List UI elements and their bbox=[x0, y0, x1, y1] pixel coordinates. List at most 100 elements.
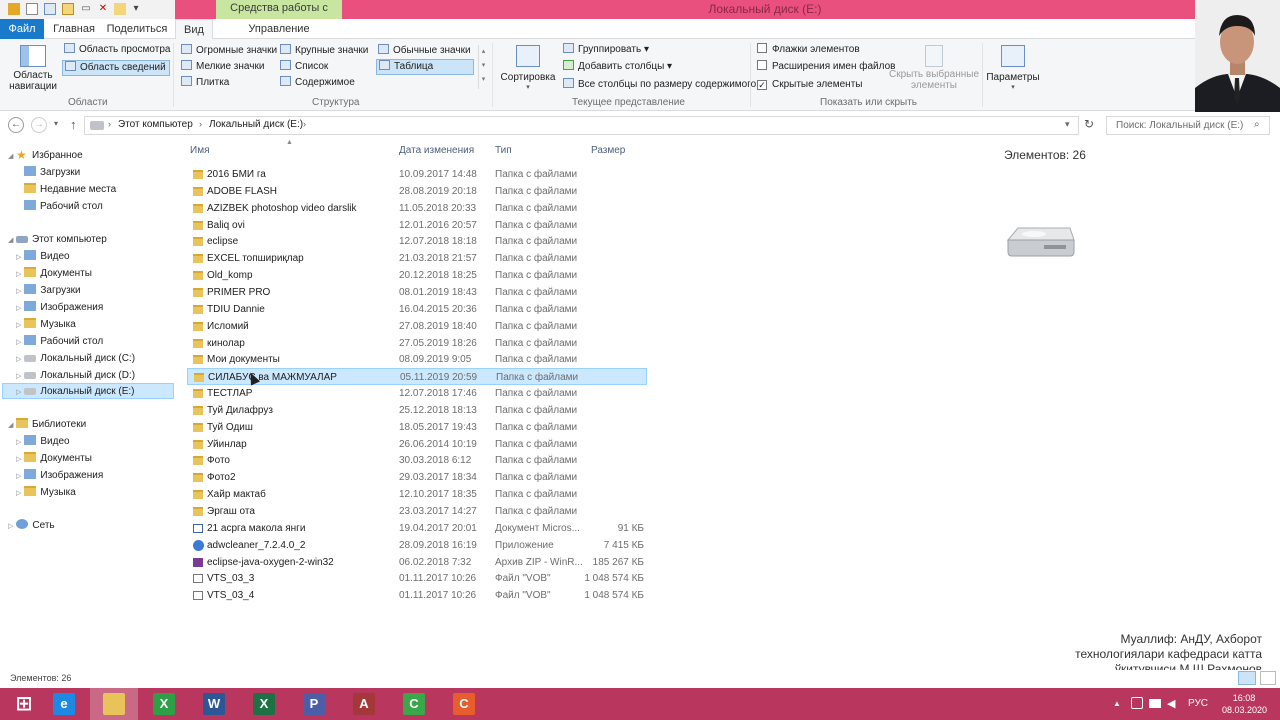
options-button[interactable]: Параметры ▾ bbox=[986, 43, 1040, 91]
tree-item-desktop[interactable]: Рабочий стол bbox=[24, 199, 103, 215]
folder-row[interactable]: Хайр мактаб 12.10.2017 18:35 Папка с файла… bbox=[187, 486, 647, 503]
tab-manage[interactable]: Управление bbox=[236, 19, 322, 39]
column-header-name[interactable]: Имя bbox=[190, 145, 209, 156]
refresh-icon[interactable]: ↻ bbox=[1084, 117, 1094, 131]
folder-icon[interactable] bbox=[62, 3, 74, 15]
tree-item-drive-e[interactable]: ▷ Локальный диск (E:) bbox=[16, 384, 134, 400]
folder-row[interactable]: 2016 БМИ га 10.09.2017 14:48 Папка с файла… bbox=[187, 166, 647, 183]
recent-locations-icon[interactable]: ▾ bbox=[54, 119, 58, 128]
folder-row[interactable]: Туй Дилафруз 25.12.2018 18:13 Папка с файл… bbox=[187, 402, 647, 419]
tree-favorites[interactable]: ★ Избранное bbox=[16, 148, 83, 164]
tree-item-drive-d[interactable]: ▷ Локальный диск (D:) bbox=[16, 368, 135, 384]
properties-icon[interactable] bbox=[26, 3, 38, 15]
taskbar-button-camtasia-orange[interactable]: C bbox=[440, 688, 488, 720]
content-option[interactable]: Содержимое bbox=[280, 76, 355, 90]
folder-row[interactable]: Мои документы 08.09.2019 9:05 Папка с файл… bbox=[187, 351, 647, 368]
tree-this-pc[interactable]: Этот компьютер bbox=[16, 232, 107, 248]
folder-row[interactable]: Фото 30.03.2018 6:12 Папка с файлами bbox=[187, 452, 647, 469]
sort-by-button[interactable]: Сортировка ▾ bbox=[498, 43, 558, 91]
taskbar-button-word[interactable]: W bbox=[190, 688, 238, 720]
expand-arrow-icon[interactable]: ◢ bbox=[8, 236, 13, 244]
tab-share[interactable]: Поделиться bbox=[106, 19, 168, 39]
tree-item-pictures[interactable]: ▷ Изображения bbox=[16, 300, 103, 316]
rename-icon[interactable] bbox=[114, 3, 126, 15]
item-checkboxes-checkbox[interactable] bbox=[757, 43, 767, 53]
expand-arrow-icon[interactable]: ◢ bbox=[8, 152, 13, 160]
tree-network[interactable]: ▷ Сеть bbox=[8, 518, 55, 534]
folder-row[interactable]: EXCEL топшириқлар 21.03.2018 21:57 Папка с… bbox=[187, 250, 647, 267]
tray-show-hidden-icon[interactable]: ▲ bbox=[1113, 699, 1121, 708]
folder-row[interactable]: Old_komp 20.12.2018 18:25 Папка с файлами bbox=[187, 267, 647, 284]
tray-clock[interactable]: 16:08 08.03.2020 bbox=[1222, 692, 1267, 716]
back-button[interactable]: ← bbox=[8, 117, 24, 133]
taskbar-button-file-explorer[interactable] bbox=[90, 688, 138, 720]
folder-row[interactable]: TDIU Dannie 16.04.2015 20:36 Папка с файла… bbox=[187, 301, 647, 318]
folder-row[interactable]: кинолар 27.05.2019 18:26 Папка с файлами bbox=[187, 335, 647, 352]
taskbar-button-project[interactable]: X bbox=[140, 688, 188, 720]
tree-item-downloads[interactable]: Загрузки bbox=[24, 165, 80, 181]
taskbar-button-camtasia-green[interactable]: C bbox=[390, 688, 438, 720]
tree-item-video[interactable]: ▷ Видео bbox=[16, 249, 70, 265]
column-header-date[interactable]: Дата изменения bbox=[399, 145, 474, 156]
tree-lib-music[interactable]: ▷ Музыка bbox=[16, 485, 76, 501]
folder-row[interactable]: ТЕСТЛАР 12.07.2018 17:46 Папка с файлами bbox=[187, 385, 647, 402]
folder-row[interactable]: Фото2 29.03.2017 18:34 Папка с файлами bbox=[187, 469, 647, 486]
extra-large-icons-option[interactable]: Огромные значки bbox=[181, 44, 277, 58]
new-folder-icon[interactable] bbox=[44, 3, 56, 15]
tree-item-drive-c[interactable]: ▷ Локальный диск (C:) bbox=[16, 351, 135, 367]
tree-libraries[interactable]: Библиотеки bbox=[16, 417, 86, 433]
medium-icons-option[interactable]: Обычные значки bbox=[378, 44, 471, 58]
tab-view[interactable]: Вид bbox=[175, 19, 213, 40]
address-field[interactable]: › Этот компьютер › Локальный диск (E:) ›… bbox=[84, 116, 1079, 135]
delete-icon[interactable]: ✕ bbox=[97, 3, 109, 15]
large-icons-view-icon[interactable] bbox=[1260, 671, 1276, 685]
tab-home[interactable]: Главная bbox=[48, 19, 100, 39]
folder-row[interactable]: ADOBE FLASH 28.08.2019 20:18 Папка с файла… bbox=[187, 183, 647, 200]
file-extensions-option[interactable]: Расширения имен файлов bbox=[757, 60, 895, 74]
search-input[interactable]: Поиск: Локальный диск (E:) bbox=[1106, 116, 1270, 135]
drive-icon[interactable] bbox=[8, 3, 20, 15]
file-row[interactable]: VTS_03_3 01.11.2017 10:26 Файл "VOB" 1 048 … bbox=[187, 570, 647, 587]
tree-lib-pictures[interactable]: ▷ Изображения bbox=[16, 468, 103, 484]
nav-pane-button[interactable]: Область навигации bbox=[8, 43, 58, 92]
file-extensions-checkbox[interactable] bbox=[757, 60, 767, 70]
folder-row[interactable]: Исломий 27.08.2019 18:40 Папка с файлами bbox=[187, 318, 647, 335]
hidden-items-option[interactable]: ✓ Скрытые элементы bbox=[757, 78, 862, 92]
tray-flag-icon[interactable] bbox=[1131, 697, 1143, 709]
folder-row[interactable]: Baliq ovi 12.01.2016 20:57 Папка с файлами bbox=[187, 217, 647, 234]
layout-scroll-icon[interactable]: ▴ ▾ ▾ bbox=[478, 45, 488, 89]
preview-pane-button[interactable]: Область просмотра bbox=[64, 43, 170, 57]
column-header-size[interactable]: Размер bbox=[591, 145, 625, 156]
add-columns-button[interactable]: Добавить столбцы ▾ bbox=[563, 60, 672, 74]
tree-item-recent[interactable]: Недавние места bbox=[24, 182, 116, 198]
hidden-items-checkbox[interactable]: ✓ bbox=[757, 80, 767, 90]
tree-item-downloads-pc[interactable]: ▷ Загрузки bbox=[16, 283, 81, 299]
tray-volume-icon[interactable]: ◀ bbox=[1167, 697, 1175, 710]
tiles-option[interactable]: Плитка bbox=[181, 76, 229, 90]
tree-item-music[interactable]: ▷ Музыка bbox=[16, 317, 76, 333]
tray-language[interactable]: РУС bbox=[1188, 698, 1208, 709]
taskbar-button-internet-explorer[interactable]: e bbox=[40, 688, 88, 720]
tree-lib-video[interactable]: ▷ Видео bbox=[16, 434, 70, 450]
address-history-chevron-icon[interactable]: ▾ bbox=[1065, 119, 1070, 130]
folder-row[interactable]: PRIMER PRO 08.01.2019 18:43 Папка с файлам… bbox=[187, 284, 647, 301]
size-columns-button[interactable]: Все столбцы по размеру содержимого bbox=[563, 78, 756, 92]
up-button[interactable]: ↑ bbox=[70, 117, 77, 132]
large-icons-option[interactable]: Крупные значки bbox=[280, 44, 368, 58]
file-row[interactable]: adwcleaner_7.2.4.0_2 28.09.2018 16:19 Прил… bbox=[187, 537, 647, 554]
breadcrumb-this-pc[interactable]: Этот компьютер bbox=[118, 119, 193, 130]
tab-file[interactable]: Файл bbox=[0, 19, 44, 39]
folder-row[interactable]: eclipse 12.07.2018 18:18 Папка с файлами bbox=[187, 233, 647, 250]
folder-row[interactable]: AZIZBEK photoshop video darslik 11.05.201… bbox=[187, 200, 647, 217]
undo-icon[interactable]: ▭ bbox=[80, 3, 92, 15]
file-row[interactable]: eclipse-java-oxygen-2-win32 06.02.2018 7:… bbox=[187, 554, 647, 571]
file-row[interactable]: 21 асрга макола янги 19.04.2017 20:01 Доку… bbox=[187, 520, 647, 537]
expand-arrow-icon[interactable]: ◢ bbox=[8, 421, 13, 429]
tree-item-desktop-pc[interactable]: ▷ Рабочий стол bbox=[16, 334, 103, 350]
column-header-type[interactable]: Тип bbox=[495, 145, 512, 156]
folder-row[interactable]: Туй Одиш 18.05.2017 19:43 Папка с файлами bbox=[187, 419, 647, 436]
file-row[interactable]: VTS_03_4 01.11.2017 10:26 Файл "VOB" 1 048 … bbox=[187, 587, 647, 604]
folder-row[interactable]: Уйинлар 26.06.2014 10:19 Папка с файлами bbox=[187, 436, 647, 453]
taskbar-button-publisher[interactable]: P bbox=[290, 688, 338, 720]
folder-row[interactable]: Эргаш ота 23.03.2017 14:27 Папка с файлами bbox=[187, 503, 647, 520]
